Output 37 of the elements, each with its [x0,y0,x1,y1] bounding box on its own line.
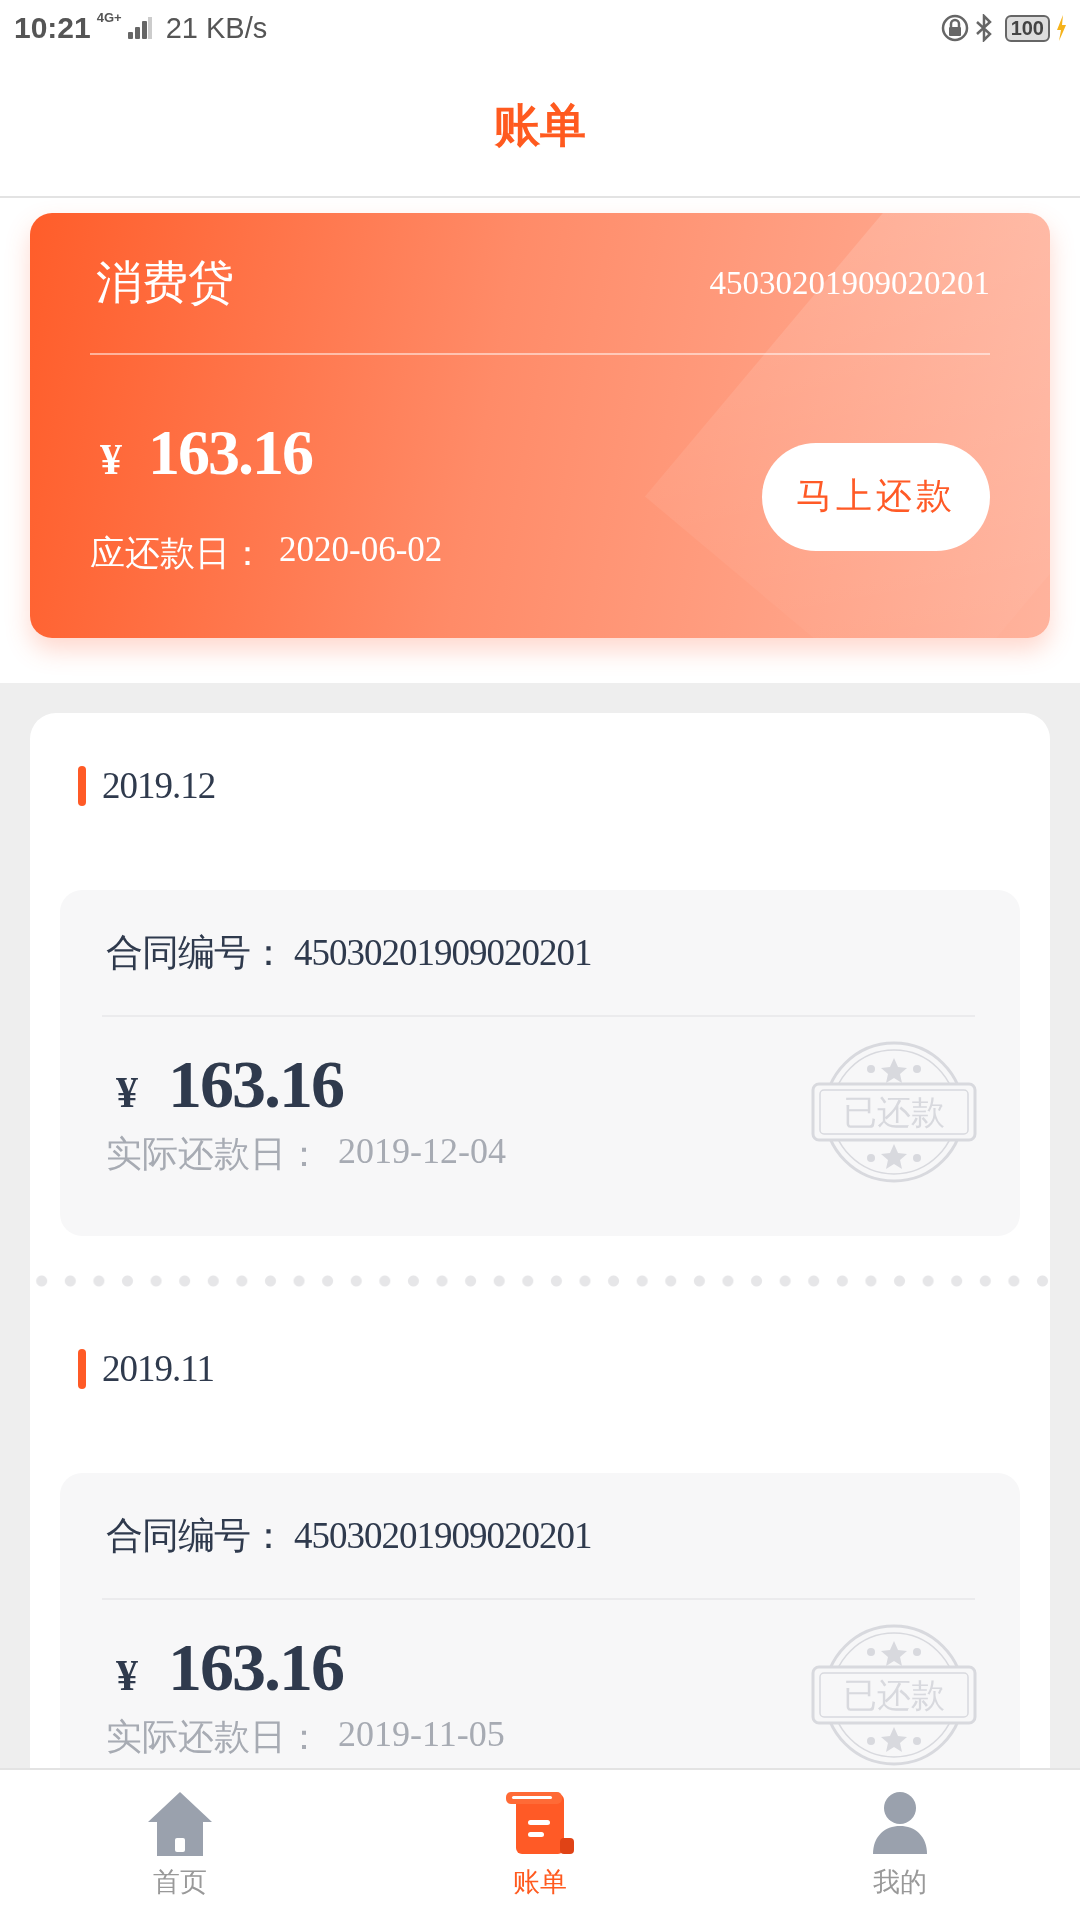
scroll-icon [504,1790,576,1856]
network-speed: 21 KB/s [165,11,268,45]
page-title: 账单 [494,99,586,153]
status-time: 10:21 [14,11,91,45]
contract-label: 合同编号： [106,1513,286,1558]
battery-indicator: 100 [1004,14,1050,42]
bill-month: 2019.11 [102,1347,214,1390]
nav-tab[interactable]: 首页 [0,1770,360,1920]
paid-date: 2019-12-04 [338,1130,506,1173]
due-date: 2020-06-02 [279,530,443,571]
contract-number: 45030201909020201 [294,931,592,974]
signal-icon [127,17,152,39]
contract-number: 45030201909020201 [294,1514,592,1557]
paid-date-label: 实际还款日： [106,1133,322,1176]
paid-date: 2019-11-05 [338,1713,505,1756]
currency-sign: ¥ [116,1650,138,1701]
month-marker [78,1348,86,1389]
house-icon [146,1790,214,1856]
bluetooth-icon [974,14,993,42]
rotation-lock-icon [940,14,969,42]
amount-due: 163.16 [148,416,312,490]
charging-icon [1056,15,1066,41]
network-type: 4G+ [96,10,122,25]
currency-sign: ¥ [100,434,122,485]
month-marker [78,765,86,806]
contract-label: 合同编号： [106,930,286,975]
bill-month: 2019.12 [102,764,216,807]
bill-amount: 163.16 [168,1628,343,1707]
nav-tab[interactable]: 账单 [360,1770,720,1920]
loan-number: 45030201909020201 [709,264,990,302]
bill-amount: 163.16 [168,1045,343,1124]
nav-tab[interactable]: 我的 [720,1770,1080,1920]
due-label: 应还款日： [90,533,265,575]
repay-button[interactable]: 马上还款 [762,442,990,551]
currency-sign: ¥ [116,1067,138,1118]
loan-title: 消费贷 [96,256,234,310]
paid-date-label: 实际还款日： [106,1716,322,1759]
